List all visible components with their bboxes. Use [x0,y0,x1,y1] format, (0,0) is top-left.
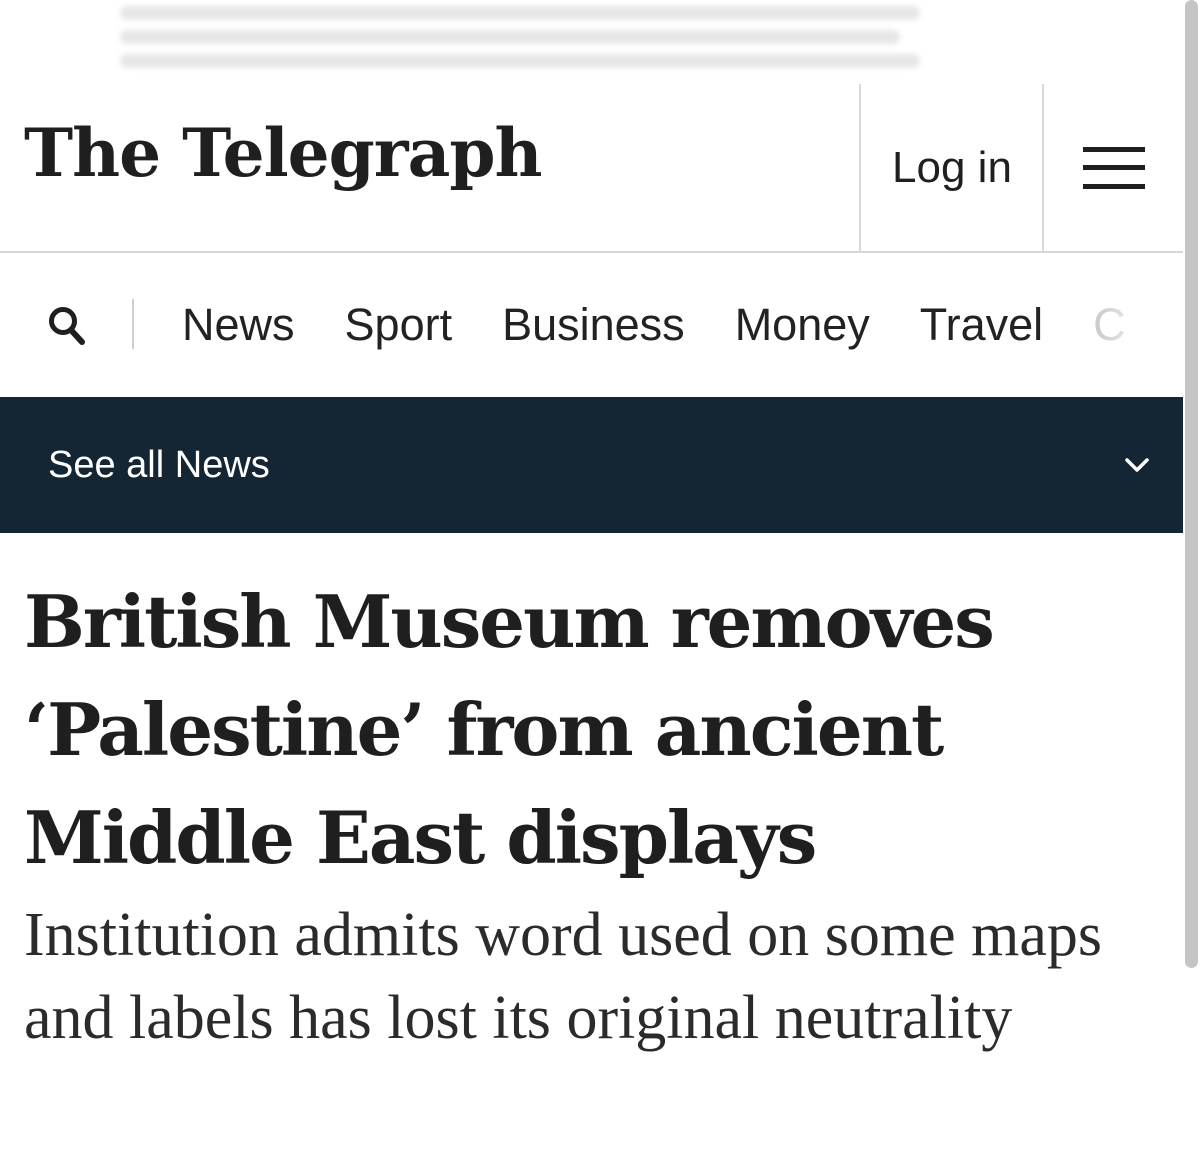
page-scrollbar[interactable] [1183,0,1200,1151]
nav-item-news[interactable]: News [182,299,295,351]
nav-item-travel[interactable]: Travel [920,299,1043,351]
see-all-news-label: See all News [48,443,270,486]
scrollbar-thumb[interactable] [1185,0,1198,968]
login-button[interactable]: Log in [862,84,1042,251]
nav-item-business[interactable]: Business [502,299,685,351]
nav-item-sport[interactable]: Sport [345,299,453,351]
article-standfirst: Institution admits word used on some map… [24,901,1103,1052]
blurred-ad-line [120,30,900,44]
site-header: The Telegraph Log in [0,84,1183,253]
nav-items: News Sport Business Money Travel C [182,253,1126,397]
see-all-news-bar[interactable]: See all News [0,397,1183,533]
menu-button[interactable] [1045,84,1183,251]
search-icon[interactable] [46,305,86,345]
header-divider [859,84,861,251]
hamburger-menu-icon [1083,146,1145,189]
nav-separator [132,299,134,349]
nav-fade-overlay [1093,253,1183,397]
article-headline: British Museum removes ‘Palestine’ from … [24,579,995,880]
header-divider [1042,84,1044,251]
ad-banner-remnant [0,0,1200,84]
nav-item-money[interactable]: Money [735,299,870,351]
chevron-down-icon [1125,458,1149,472]
blurred-ad-line [120,6,920,20]
blurred-ad-line [120,54,920,68]
section-nav: News Sport Business Money Travel C [0,253,1183,397]
telegraph-logo[interactable]: The Telegraph [24,120,542,186]
